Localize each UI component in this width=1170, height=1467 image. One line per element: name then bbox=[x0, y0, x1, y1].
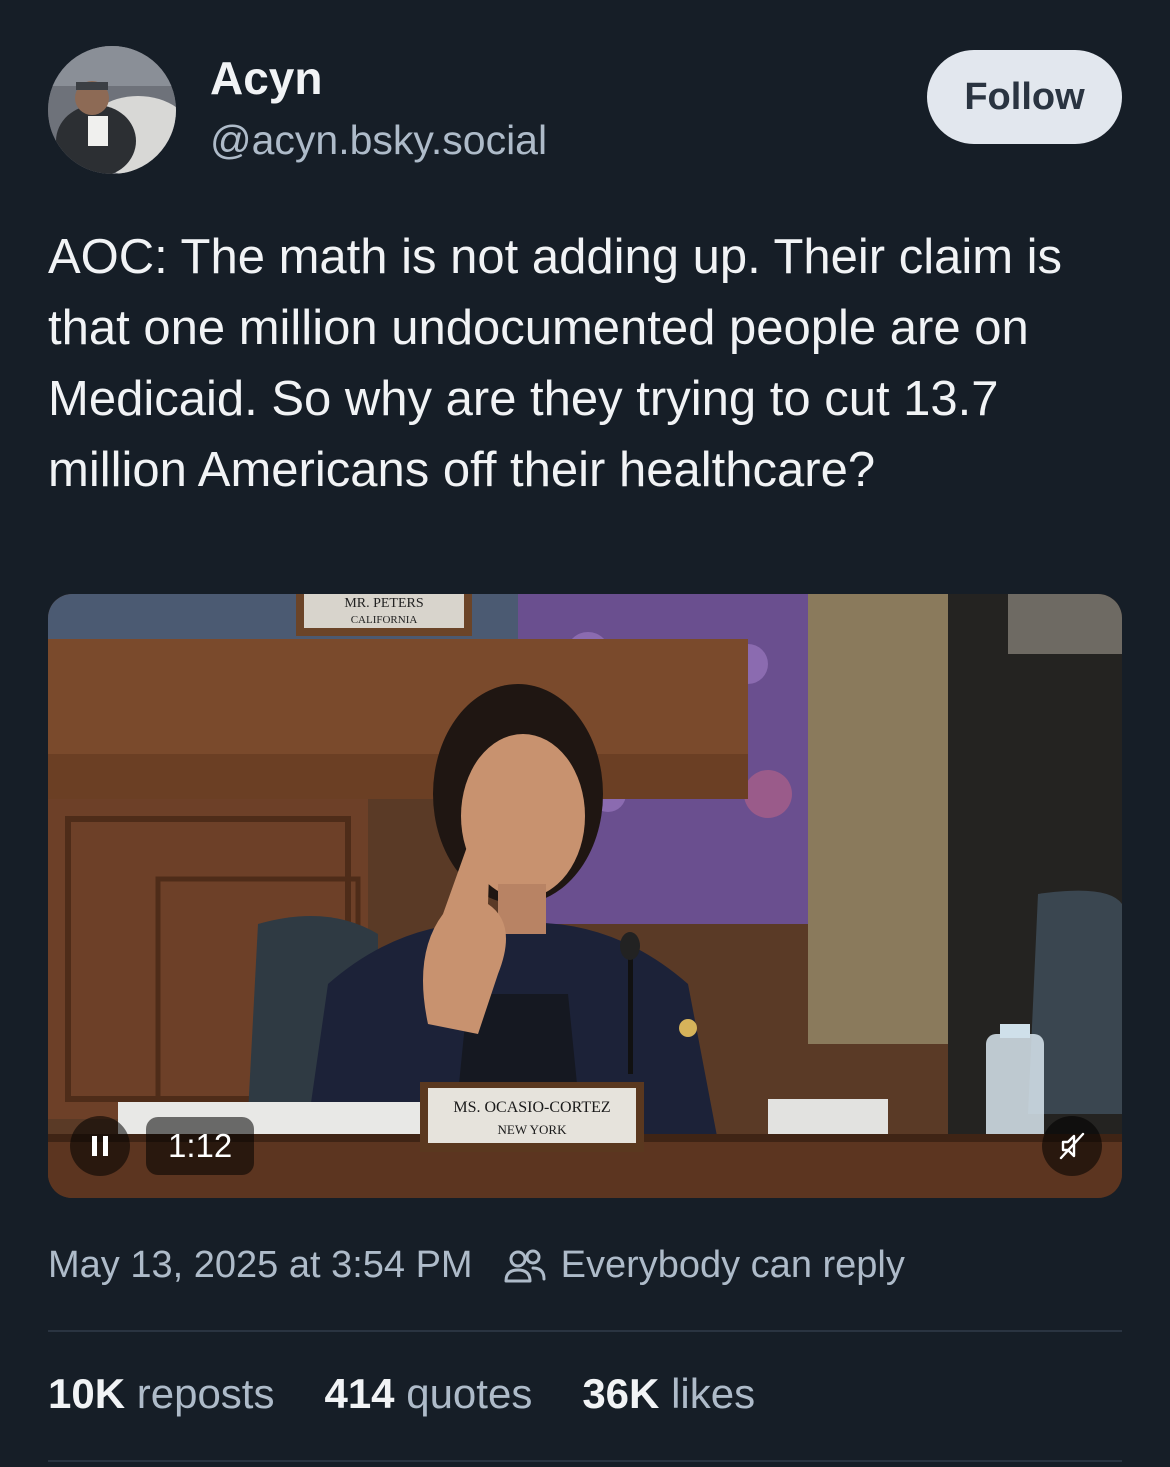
nameplate-top-state: CALIFORNIA bbox=[351, 614, 418, 626]
nameplate-main-name: MS. OCASIO-CORTEZ bbox=[453, 1099, 610, 1116]
quotes-stat[interactable]: 414 quotes bbox=[324, 1370, 532, 1418]
unmute-button[interactable] bbox=[1042, 1116, 1102, 1176]
post-timestamp[interactable]: May 13, 2025 at 3:54 PM bbox=[48, 1244, 473, 1287]
author-handle[interactable]: @acyn.bsky.social bbox=[210, 117, 547, 164]
post-meta: May 13, 2025 at 3:54 PM Everybody can re… bbox=[48, 1244, 905, 1287]
muted-speaker-icon bbox=[1059, 1132, 1085, 1160]
post-thread-view: Acyn @acyn.bsky.social Follow AOC: The m… bbox=[0, 0, 1170, 1467]
pause-button[interactable] bbox=[70, 1116, 130, 1176]
people-icon bbox=[504, 1249, 546, 1282]
quotes-label: quotes bbox=[406, 1370, 533, 1417]
divider bbox=[48, 1460, 1122, 1462]
nameplate-main-state: NEW YORK bbox=[498, 1122, 568, 1137]
likes-count: 36K bbox=[582, 1370, 660, 1417]
pause-icon bbox=[92, 1136, 108, 1156]
video-time: 1:12 bbox=[146, 1117, 255, 1175]
video-player[interactable]: MR. PETERS CALIFORNIA MS. OCASIO-CORTEZ … bbox=[48, 594, 1122, 1198]
video-frame: MR. PETERS CALIFORNIA MS. OCASIO-CORTEZ … bbox=[48, 594, 1122, 1198]
nameplate-top-name: MR. PETERS bbox=[344, 596, 423, 611]
post-text: AOC: The math is not adding up. Their cl… bbox=[48, 230, 1063, 497]
reposts-label: reposts bbox=[136, 1370, 275, 1417]
reply-setting: Everybody can reply bbox=[503, 1244, 905, 1287]
follow-button[interactable]: Follow bbox=[927, 50, 1122, 144]
likes-stat[interactable]: 36K likes bbox=[582, 1370, 755, 1418]
avatar[interactable] bbox=[48, 46, 176, 174]
divider bbox=[48, 1330, 1122, 1332]
reposts-count: 10K bbox=[48, 1370, 126, 1417]
reposts-stat[interactable]: 10K reposts bbox=[48, 1370, 274, 1418]
post-header: Acyn @acyn.bsky.social Follow bbox=[48, 44, 1122, 179]
quotes-count: 414 bbox=[324, 1370, 395, 1417]
author-names: Acyn @acyn.bsky.social bbox=[210, 52, 547, 164]
reply-setting-label: Everybody can reply bbox=[560, 1244, 905, 1286]
likes-label: likes bbox=[671, 1370, 756, 1417]
post-stats: 10K reposts 414 quotes 36K likes bbox=[48, 1370, 805, 1418]
author-display-name[interactable]: Acyn bbox=[210, 52, 547, 105]
